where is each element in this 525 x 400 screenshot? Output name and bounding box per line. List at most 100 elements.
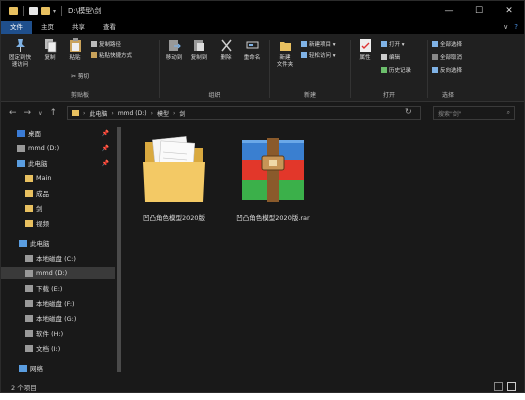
maximize-button[interactable]: ☐ [464, 1, 494, 21]
copy-path-button[interactable]: 复制路径 [91, 40, 121, 48]
nav-item-main[interactable]: Main [1, 172, 115, 184]
pin-quick-access-button[interactable]: 固定到快 速访问 [7, 38, 33, 69]
navigation-scrollbar[interactable] [115, 124, 123, 379]
navigation-pane: 桌面 📌 mmd (D:) 📌 此电脑 📌 Main 成品 剑 视频 此电脑 本… [1, 124, 123, 379]
new-folder-quick-icon[interactable] [41, 7, 50, 15]
rename-button[interactable]: 重命名 [239, 38, 265, 62]
nav-item-this-pc[interactable]: 此电脑 [1, 237, 115, 249]
easy-access-button[interactable]: 轻松访问 ▾ [301, 51, 336, 59]
clipboard-group: 固定到快 速访问 复制 粘贴 复制路径 粘贴快捷方式 ✂ 剪切 剪贴板 [1, 34, 159, 102]
paste-button[interactable]: 粘贴 [64, 38, 86, 62]
copy-to-button[interactable]: 复制到 [187, 38, 211, 62]
help-icon[interactable]: ? [514, 23, 518, 31]
nav-item-this-pc-pinned[interactable]: 此电脑 📌 [1, 157, 115, 169]
nav-label: 下载 (E:) [36, 285, 63, 293]
window-title: D:\模型\剑 [68, 7, 102, 15]
breadcrumb-drive[interactable]: mmd (D:) [118, 110, 147, 117]
select-none-button[interactable]: 全部取消 [432, 53, 462, 61]
properties-quick-icon[interactable] [29, 7, 38, 15]
ribbon-right-controls: ∨ ? [503, 23, 518, 31]
copy-label: 复制 [44, 55, 56, 61]
back-icon[interactable]: ← [9, 108, 17, 118]
move-to-button[interactable]: 移动到 [162, 38, 186, 62]
open-button[interactable]: 打开 ▾ [381, 40, 405, 48]
scrollbar-thumb[interactable] [117, 127, 121, 372]
navigation-buttons: ← → ∨ ↑ [1, 108, 57, 118]
nav-label: 本地磁盘 (F:) [36, 300, 75, 308]
customize-quick-access-icon[interactable]: ▾ [53, 8, 56, 15]
nav-item-drive-d[interactable]: mmd (D:) [1, 267, 115, 279]
content-scrollbar[interactable] [510, 124, 524, 379]
search-input[interactable]: 搜索"剑" ⌕ [433, 106, 515, 120]
nav-item-network[interactable]: 网络 [1, 362, 115, 374]
nav-item-drive-c[interactable]: 本地磁盘 (C:) [1, 252, 115, 264]
nav-item-drive-g[interactable]: 本地磁盘 (G:) [1, 312, 115, 324]
folder-icon [141, 134, 207, 206]
nav-label: Main [36, 174, 52, 182]
network-icon [19, 364, 27, 372]
drive-icon [25, 314, 33, 322]
file-name: 凹凸角色模型2020版 [142, 214, 206, 222]
large-icons-view-icon[interactable] [507, 382, 516, 391]
paste-label: 粘贴 [69, 55, 81, 61]
status-bar: 2 个项目 [1, 379, 524, 392]
nav-item-drive-h[interactable]: 软件 (H:) [1, 327, 115, 339]
minimize-button[interactable]: — [434, 1, 464, 21]
nav-item-drive-f[interactable]: 本地磁盘 (F:) [1, 297, 115, 309]
recent-locations-icon[interactable]: ∨ [38, 110, 42, 118]
refresh-icon[interactable]: ↻ [405, 107, 412, 116]
address-row: ← → ∨ ↑ › 此电脑 › mmd (D:) › 模型 › 剑 ↻ 搜索"剑… [1, 102, 524, 124]
breadcrumb-models[interactable]: 模型 [157, 109, 169, 118]
nav-item-mmd-pinned[interactable]: mmd (D:) 📌 [1, 142, 115, 154]
invert-selection-button[interactable]: 反向选择 [432, 66, 462, 74]
details-view-icon[interactable] [494, 382, 503, 391]
nav-item-videos[interactable]: 视频 [1, 217, 115, 229]
paste-icon [69, 38, 82, 53]
nav-item-drive-e[interactable]: 下载 (E:) [1, 282, 115, 294]
select-group: 全部选择 全部取消 反向选择 选择 [428, 34, 524, 102]
new-folder-button[interactable]: 新建 文件夹 [272, 38, 298, 69]
ribbon-collapse-icon[interactable]: ∨ [503, 23, 508, 31]
tab-view[interactable]: 查看 [94, 21, 125, 34]
copy-button[interactable]: 复制 [39, 38, 61, 62]
divider [23, 6, 24, 16]
pin-icon: 📌 [101, 159, 109, 167]
new-group: 新建 文件夹 新建项目 ▾ 轻松访问 ▾ 新建 [270, 34, 350, 102]
close-button[interactable]: ✕ [494, 1, 524, 21]
history-button[interactable]: 历史记录 [381, 66, 411, 74]
select-all-button[interactable]: 全部选择 [432, 40, 462, 48]
paste-shortcut-button[interactable]: 粘贴快捷方式 [91, 51, 132, 59]
properties-button[interactable]: 属性 [355, 38, 375, 62]
cut-button[interactable]: ✂ 剪切 [71, 72, 90, 81]
new-item-button[interactable]: 新建项目 ▾ [301, 40, 336, 48]
rename-label: 重命名 [243, 55, 261, 61]
nav-label: 此电脑 [28, 160, 48, 168]
breadcrumb-this-pc[interactable]: 此电脑 [89, 109, 107, 118]
nav-item-finished[interactable]: 成品 [1, 187, 115, 199]
chevron-right-icon: › [111, 109, 114, 117]
breadcrumb-current[interactable]: 剑 [179, 109, 185, 118]
delete-button[interactable]: 删除 [216, 38, 236, 62]
pin-icon: 📌 [101, 129, 109, 137]
file-item-rar[interactable]: 凹凸角色模型2020版.rar [225, 134, 321, 222]
forward-icon[interactable]: → [24, 108, 32, 118]
tab-share[interactable]: 共享 [63, 21, 94, 34]
tab-home[interactable]: 主页 [32, 21, 63, 34]
nav-item-drive-i[interactable]: 文档 (I:) [1, 342, 115, 354]
ribbon: 固定到快 速访问 复制 粘贴 复制路径 粘贴快捷方式 ✂ 剪切 剪贴板 移动到 … [1, 34, 524, 102]
paste-shortcut-icon [91, 52, 97, 58]
folder-small-icon [72, 110, 79, 116]
nav-label: 此电脑 [30, 240, 50, 248]
nav-item-sword[interactable]: 剑 [1, 202, 115, 214]
nav-label: 视频 [36, 220, 49, 228]
up-icon[interactable]: ↑ [50, 108, 58, 118]
nav-item-desktop[interactable]: 桌面 📌 [1, 127, 115, 139]
history-label: 历史记录 [389, 68, 412, 74]
file-item-folder[interactable]: 凹凸角色模型2020版 [131, 134, 217, 222]
address-bar[interactable]: › 此电脑 › mmd (D:) › 模型 › 剑 [67, 106, 421, 120]
edit-button[interactable]: 编辑 [381, 53, 400, 61]
pin-icon: 📌 [101, 144, 109, 152]
computer-icon [17, 159, 25, 167]
cut-label: 剪切 [78, 74, 90, 80]
tab-file[interactable]: 文件 [1, 21, 32, 34]
